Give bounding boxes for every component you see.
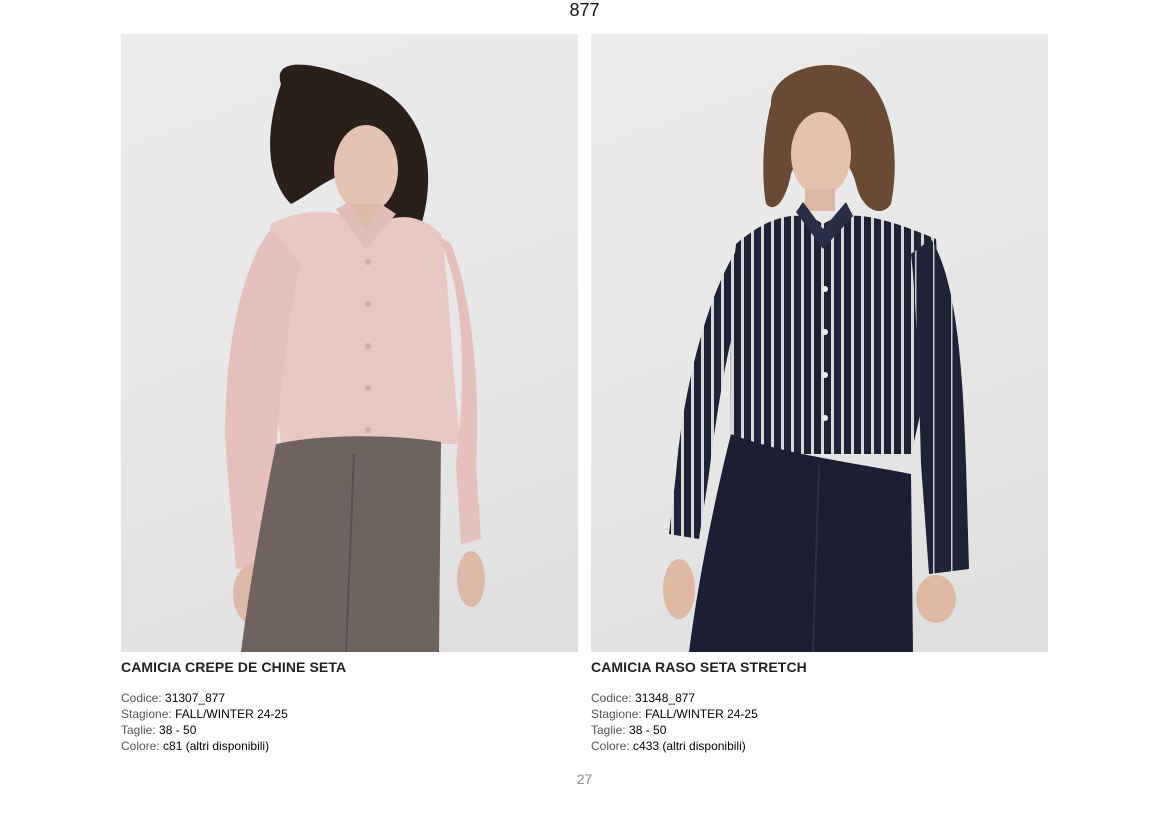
spec-label: Taglie: <box>591 723 626 737</box>
product-title: CAMICIA CREPE DE CHINE SETA <box>121 659 347 675</box>
spec-value: 38 - 50 <box>629 723 667 737</box>
spec-label: Colore: <box>591 739 630 753</box>
brand-header: 877 <box>569 0 600 20</box>
product-card: CAMICIA CREPE DE CHINE SETA Codice: 3130… <box>121 34 578 754</box>
spec-sizes: Taglie: 38 - 50 <box>121 722 578 738</box>
model-pink-shirt-illustration <box>225 64 485 652</box>
product-specs: Codice: 31348_877 Stagione: FALL/WINTER … <box>591 690 1048 754</box>
spec-label: Stagione: <box>121 707 172 721</box>
product-photo <box>591 34 1048 652</box>
spec-value: 31348_877 <box>635 691 696 705</box>
spec-label: Codice: <box>121 691 162 705</box>
spec-value: FALL/WINTER 24-25 <box>175 707 288 721</box>
product-card: CAMICIA RASO SETA STRETCH Codice: 31348_… <box>591 34 1048 754</box>
product-specs: Codice: 31307_877 Stagione: FALL/WINTER … <box>121 690 578 754</box>
spec-color: Colore: c433 (altri disponibili) <box>591 738 1048 754</box>
spec-label: Taglie: <box>121 723 156 737</box>
spec-value: FALL/WINTER 24-25 <box>645 707 758 721</box>
spec-sizes: Taglie: 38 - 50 <box>591 722 1048 738</box>
spec-value: c81 (altri disponibili) <box>163 739 270 753</box>
spec-label: Codice: <box>591 691 632 705</box>
model-striped-shirt-illustration <box>663 65 969 652</box>
spec-code: Codice: 31348_877 <box>591 690 1048 706</box>
spec-value: c433 (altri disponibili) <box>633 739 746 753</box>
spec-code: Codice: 31307_877 <box>121 690 578 706</box>
spec-label: Colore: <box>121 739 160 753</box>
spec-season: Stagione: FALL/WINTER 24-25 <box>121 706 578 722</box>
spec-value: 31307_877 <box>165 691 226 705</box>
spec-color: Colore: c81 (altri disponibili) <box>121 738 578 754</box>
product-photo <box>121 34 578 652</box>
spec-value: 38 - 50 <box>159 723 197 737</box>
page-number: 27 <box>576 771 593 787</box>
spec-season: Stagione: FALL/WINTER 24-25 <box>591 706 1048 722</box>
product-title: CAMICIA RASO SETA STRETCH <box>591 659 807 675</box>
spec-label: Stagione: <box>591 707 642 721</box>
